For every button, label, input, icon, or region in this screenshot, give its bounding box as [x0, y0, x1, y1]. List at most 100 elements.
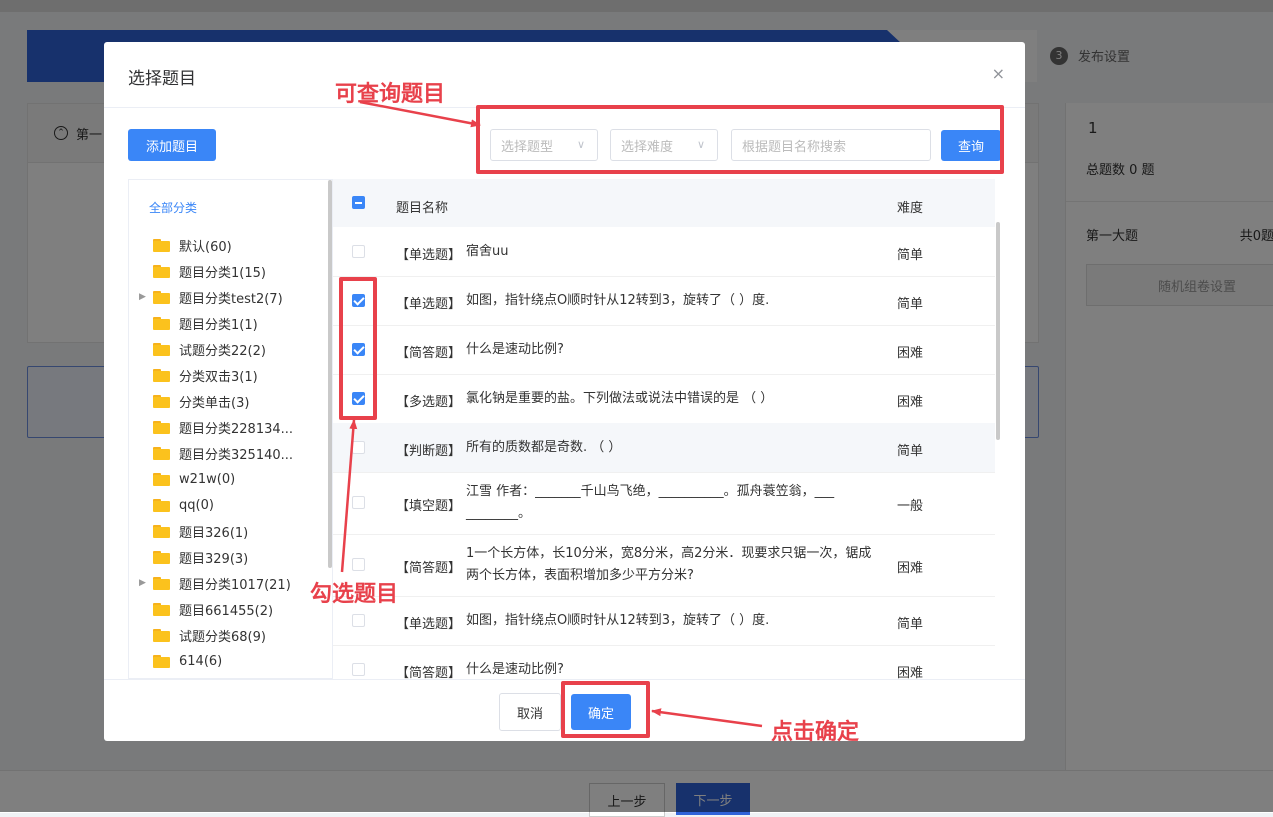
table-row[interactable]: 【简答题】 1一个长方体，长10分米，宽8分米，高2分米．现要求只锯一次，锯成两个…: [333, 534, 995, 597]
folder-icon: [153, 654, 170, 668]
question-type: 【简答题】: [396, 561, 462, 576]
table-row[interactable]: 【单选题】 宿舍uu 简单: [333, 227, 995, 277]
tree-item-label: 试题分类68(9): [179, 629, 266, 645]
table-row[interactable]: 【判断题】 所有的质数都是奇数. （ ） 简单: [333, 423, 995, 473]
folder-icon: [153, 420, 170, 434]
confirm-highlight-box: [561, 681, 650, 738]
question-table: 题目名称 难度 【单选题】 宿舍uu 简单 【单选题】 如图，指针绕点O顺时针从12转到…: [333, 179, 999, 679]
folder-icon: [153, 316, 170, 330]
question-difficulty: 简单: [897, 297, 924, 312]
folder-icon: [153, 550, 170, 564]
question-text: 宿舍uu: [466, 244, 509, 259]
row-checkbox[interactable]: [352, 558, 365, 571]
table-row[interactable]: 【单选题】 如图，指针绕点O顺时针从12转到3，旋转了（ ）度. 简单: [333, 596, 995, 646]
question-type: 【简答题】: [396, 666, 462, 679]
question-difficulty: 困难: [897, 561, 924, 576]
dialog-header: 选择题目 ×: [104, 42, 1025, 108]
dialog-title: 选择题目: [128, 69, 196, 89]
question-type: 【单选题】: [396, 248, 462, 263]
table-scrollbar[interactable]: [996, 222, 1000, 440]
question-text: 什么是速动比例?: [466, 342, 564, 357]
tree-item-label: 题目326(1): [179, 525, 249, 541]
column-question-name: 题目名称: [396, 201, 449, 216]
question-text: 江雪 作者：_______千山鸟飞绝，__________。孤舟蓑笠翁，___ …: [466, 484, 835, 521]
tree-item-label: 题目661455(2): [179, 603, 274, 619]
folder-icon: [153, 290, 170, 304]
tree-item[interactable]: 题目分类1(15): [129, 258, 329, 284]
category-tree: 全部分类 默认(60) 题目分类1(15) ▶ 题目分类test2(7) 题目分类1(1…: [128, 179, 333, 679]
folder-icon: [153, 264, 170, 278]
row-checkbox[interactable]: [352, 614, 365, 627]
tree-item[interactable]: 题目661455(2): [129, 596, 329, 622]
table-row[interactable]: 【多选题】 氯化钠是重要的盐。下列做法或说法中错误的是 （ ） 困难: [333, 374, 995, 424]
tree-scrollbar[interactable]: [328, 180, 332, 568]
query-hint-text: 可查询题目: [335, 81, 446, 107]
table-row[interactable]: 【填空题】 江雪 作者：_______千山鸟飞绝，__________。孤舟蓑笠翁…: [333, 472, 995, 535]
tree-item[interactable]: ▶ 题目分类1017(21): [129, 570, 329, 596]
folder-icon: [153, 498, 170, 512]
question-difficulty: 简单: [897, 248, 924, 263]
folder-icon: [153, 602, 170, 616]
tree-item-label: 分类双击3(1): [179, 369, 258, 385]
question-type: 【填空题】: [396, 499, 462, 514]
row-checkbox[interactable]: [352, 663, 365, 676]
cancel-button[interactable]: 取消: [499, 693, 561, 731]
row-checkbox[interactable]: [352, 441, 365, 454]
tree-item[interactable]: 题目分类228134...: [129, 414, 329, 440]
column-difficulty: 难度: [897, 201, 924, 216]
close-icon[interactable]: ×: [992, 64, 1005, 83]
tree-item[interactable]: 题目326(1): [129, 518, 329, 544]
tree-item[interactable]: 614(6): [129, 648, 329, 674]
row-checkbox[interactable]: [352, 245, 365, 258]
question-text: 什么是速动比例?: [466, 662, 564, 677]
tree-item[interactable]: ▶ 题目分类test2(7): [129, 284, 329, 310]
tree-item-label: 题目分类228134...: [179, 421, 294, 437]
caret-right-icon[interactable]: ▶: [139, 292, 146, 302]
select-all-checkbox[interactable]: [352, 196, 365, 209]
folder-icon: [153, 628, 170, 642]
tree-item-label: 试题分类22(2): [179, 343, 266, 359]
folder-icon: [153, 472, 170, 486]
tree-item[interactable]: 题目329(3): [129, 544, 329, 570]
table-row[interactable]: 【单选题】 如图，指针绕点O顺时针从12转到3，旋转了（ ）度. 简单: [333, 276, 995, 326]
tree-item-label: 题目329(3): [179, 551, 249, 567]
tree-item-label: 614(6): [179, 653, 223, 669]
tree-item[interactable]: 分类双击3(1): [129, 362, 329, 388]
tree-item[interactable]: 题目分类1(1): [129, 310, 329, 336]
check-hint-text: 勾选题目: [310, 581, 399, 607]
tree-item[interactable]: 试题分类22(2): [129, 336, 329, 362]
question-text: 氯化钠是重要的盐。下列做法或说法中错误的是 （ ）: [466, 391, 774, 406]
question-difficulty: 困难: [897, 346, 924, 361]
tree-all-categories[interactable]: 全部分类: [149, 199, 197, 216]
folder-icon: [153, 446, 170, 460]
tree-item-label: 题目分类test2(7): [179, 291, 283, 307]
tree-item[interactable]: 题目分类325140...: [129, 440, 329, 466]
tree-item[interactable]: 默认(60): [129, 232, 329, 258]
query-highlight-box: [476, 105, 1004, 174]
tree-item[interactable]: w21w(0): [129, 466, 329, 492]
tree-item-label: w21w(0): [179, 471, 236, 487]
confirm-hint-text: 点击确定: [771, 719, 860, 745]
caret-right-icon[interactable]: ▶: [139, 578, 146, 588]
folder-icon: [153, 342, 170, 356]
tree-list: 默认(60) 题目分类1(15) ▶ 题目分类test2(7) 题目分类1(1) 试题分类…: [129, 232, 329, 674]
folder-icon: [153, 576, 170, 590]
tree-item[interactable]: 试题分类68(9): [129, 622, 329, 648]
tree-item-label: 题目分类1(15): [179, 265, 266, 281]
table-row[interactable]: 【简答题】 什么是速动比例? 困难: [333, 645, 995, 679]
tree-item-label: 默认(60): [179, 239, 232, 255]
table-header: 题目名称 难度: [333, 179, 995, 227]
question-text: 如图，指针绕点O顺时针从12转到3，旋转了（ ）度.: [466, 613, 770, 628]
tree-item[interactable]: 分类单击(3): [129, 388, 329, 414]
tree-item-label: 题目分类325140...: [179, 447, 294, 463]
tree-item-label: 题目分类1017(21): [179, 577, 291, 593]
tree-item-label: 分类单击(3): [179, 395, 250, 411]
question-type: 【简答题】: [396, 346, 462, 361]
row-checkbox[interactable]: [352, 496, 365, 509]
add-question-button[interactable]: 添加题目: [128, 129, 216, 161]
question-type: 【判断题】: [396, 444, 462, 459]
table-row[interactable]: 【简答题】 什么是速动比例? 困难: [333, 325, 995, 375]
question-text: 1一个长方体，长10分米，宽8分米，高2分米．现要求只锯一次，锯成两个长方体，表…: [466, 546, 872, 583]
tree-item[interactable]: qq(0): [129, 492, 329, 518]
question-difficulty: 简单: [897, 444, 924, 459]
